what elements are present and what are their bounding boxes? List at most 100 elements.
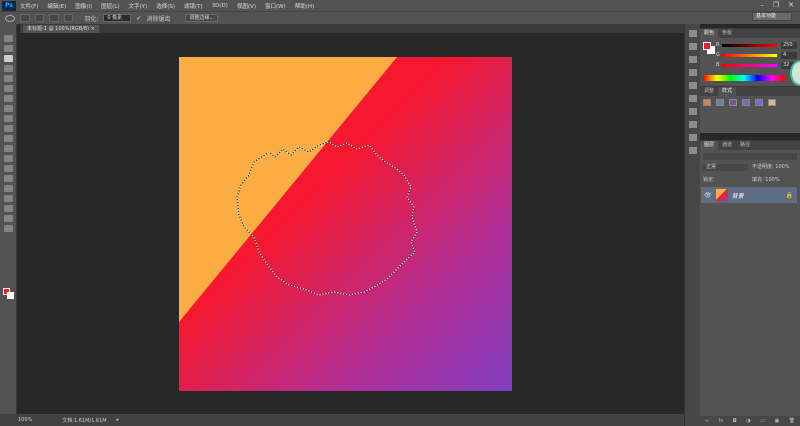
zoom-tool-icon[interactable] <box>4 225 13 232</box>
shape-tool-icon[interactable] <box>4 205 13 212</box>
quick-select-tool-icon[interactable] <box>4 65 13 72</box>
brush-panel-icon[interactable] <box>689 56 697 63</box>
character-panel-icon[interactable] <box>689 108 697 115</box>
add-selection-icon[interactable] <box>34 14 45 22</box>
zoom-level[interactable]: 100% <box>18 417 32 423</box>
crop-tool-icon[interactable] <box>4 75 13 82</box>
paragraph-panel-icon[interactable] <box>689 121 697 128</box>
color-spectrum[interactable] <box>703 75 785 81</box>
properties-icon[interactable] <box>689 82 697 89</box>
lasso-preset-icon[interactable] <box>5 14 15 22</box>
adjust-panel-icon[interactable] <box>689 134 697 141</box>
lock-icon: 🔒 <box>785 191 793 199</box>
group-icon[interactable]: ▭ <box>760 418 765 424</box>
tab-channels[interactable]: 通道 <box>718 141 736 150</box>
style-swatch[interactable] <box>703 99 711 106</box>
menu-file[interactable]: 文件(F) <box>20 2 38 10</box>
layer-thumbnail <box>715 189 728 201</box>
new-selection-icon[interactable] <box>20 14 30 22</box>
layer-row[interactable]: 👁 背景 🔒 <box>701 187 797 203</box>
link-icon[interactable]: ∞ <box>705 418 709 424</box>
g-slider[interactable] <box>722 54 777 57</box>
menu-view[interactable]: 视图(V) <box>237 2 256 10</box>
status-menu-arrow-icon[interactable]: ▸ <box>117 417 120 423</box>
r-slider[interactable] <box>722 44 777 47</box>
mask-icon[interactable]: ◘ <box>733 418 737 424</box>
fill-field[interactable]: 填充: 100% <box>752 176 780 183</box>
b-slider[interactable] <box>722 64 777 67</box>
minimize-button[interactable]: – <box>760 1 764 9</box>
style-swatch[interactable] <box>755 99 763 106</box>
fx-icon[interactable]: fx <box>718 418 723 424</box>
menu-image[interactable]: 图像(I) <box>75 2 92 10</box>
tab-adjustments[interactable]: 调整 <box>700 87 718 96</box>
style-swatch[interactable] <box>768 99 776 106</box>
workspace-select[interactable]: 基本功能 <box>752 12 792 21</box>
g-label: G <box>716 52 720 58</box>
clone-source-icon[interactable] <box>689 69 697 76</box>
notes-panel-icon[interactable] <box>689 147 697 154</box>
layer-filter[interactable] <box>703 153 797 160</box>
adjustment-icon[interactable]: ◑ <box>746 418 750 424</box>
tab-styles[interactable]: 样式 <box>718 87 737 96</box>
feather-input[interactable]: 0 像素 <box>103 14 132 22</box>
r-value[interactable]: 250 <box>781 42 797 49</box>
opacity-field[interactable]: 不透明度: 100% <box>752 164 790 171</box>
type-tool-icon[interactable] <box>4 185 13 192</box>
antialias-checkbox[interactable]: ✓ <box>136 15 141 22</box>
style-swatch[interactable] <box>729 99 737 106</box>
r-label: R <box>716 42 720 48</box>
lasso-tool-icon[interactable] <box>4 55 13 62</box>
healing-tool-icon[interactable] <box>4 95 13 102</box>
menu-type[interactable]: 文字(Y) <box>129 2 148 10</box>
document-canvas[interactable] <box>179 57 512 391</box>
refine-edge-button[interactable]: 调整边缘... <box>185 14 219 22</box>
menu-select[interactable]: 选择(S) <box>156 2 175 10</box>
eraser-tool-icon[interactable] <box>4 135 13 142</box>
hand-tool-icon[interactable] <box>4 215 13 222</box>
close-button[interactable]: ✕ <box>788 1 794 9</box>
panel-fg-swatch[interactable] <box>703 42 711 50</box>
path-select-tool-icon[interactable] <box>4 195 13 202</box>
marquee-tool-icon[interactable] <box>4 45 13 52</box>
blend-mode-select[interactable]: 正常 <box>703 164 748 171</box>
actions-panel-icon[interactable] <box>689 43 697 50</box>
history-panel-icon[interactable] <box>689 30 697 37</box>
g-value[interactable]: 4 <box>781 52 797 59</box>
restore-button[interactable]: ❐ <box>773 1 779 9</box>
intersect-selection-icon[interactable] <box>63 14 74 22</box>
style-swatch[interactable] <box>742 99 750 106</box>
menu-window[interactable]: 窗口(W) <box>265 2 286 10</box>
menu-3d[interactable]: 3D(D) <box>212 3 228 9</box>
menu-filter[interactable]: 滤镜(T) <box>184 2 203 10</box>
document-tab[interactable]: 未标题-1 @ 100%(RGB/8) × <box>23 25 99 33</box>
document-tabbar: 未标题-1 @ 100%(RGB/8) × <box>20 24 684 33</box>
eyedropper-tool-icon[interactable] <box>4 85 13 92</box>
info-icon[interactable] <box>689 95 697 102</box>
tab-swatches[interactable]: 色板 <box>718 29 736 38</box>
dodge-tool-icon[interactable] <box>4 165 13 172</box>
visibility-eye-icon[interactable]: 👁 <box>704 192 712 199</box>
app-logo: Ps <box>2 0 16 11</box>
stamp-tool-icon[interactable] <box>4 115 13 122</box>
blur-tool-icon[interactable] <box>4 155 13 162</box>
style-swatch[interactable] <box>716 99 724 106</box>
menu-edit[interactable]: 编辑(E) <box>47 2 66 10</box>
subtract-selection-icon[interactable] <box>49 14 59 22</box>
gradient-tool-icon[interactable] <box>4 145 13 152</box>
layer-name[interactable]: 背景 <box>732 191 744 200</box>
new-layer-icon[interactable]: ▣ <box>774 418 779 424</box>
menu-help[interactable]: 帮助(H) <box>295 2 314 10</box>
tab-color[interactable]: 颜色 <box>700 29 719 38</box>
menu-bar: Ps 文件(F) 编辑(E) 图像(I) 图层(L) 文字(Y) 选择(S) 滤… <box>0 0 800 11</box>
history-brush-icon[interactable] <box>4 125 13 132</box>
move-tool-icon[interactable] <box>4 35 13 42</box>
tab-paths[interactable]: 路径 <box>736 141 754 150</box>
toolbox <box>0 24 17 414</box>
tab-layers[interactable]: 图层 <box>700 141 719 150</box>
pen-tool-icon[interactable] <box>4 175 13 182</box>
brush-tool-icon[interactable] <box>4 105 13 112</box>
menu-layer[interactable]: 图层(L) <box>101 2 119 10</box>
delete-icon[interactable]: 🗑 <box>789 418 795 424</box>
background-color-swatch[interactable] <box>7 292 14 299</box>
